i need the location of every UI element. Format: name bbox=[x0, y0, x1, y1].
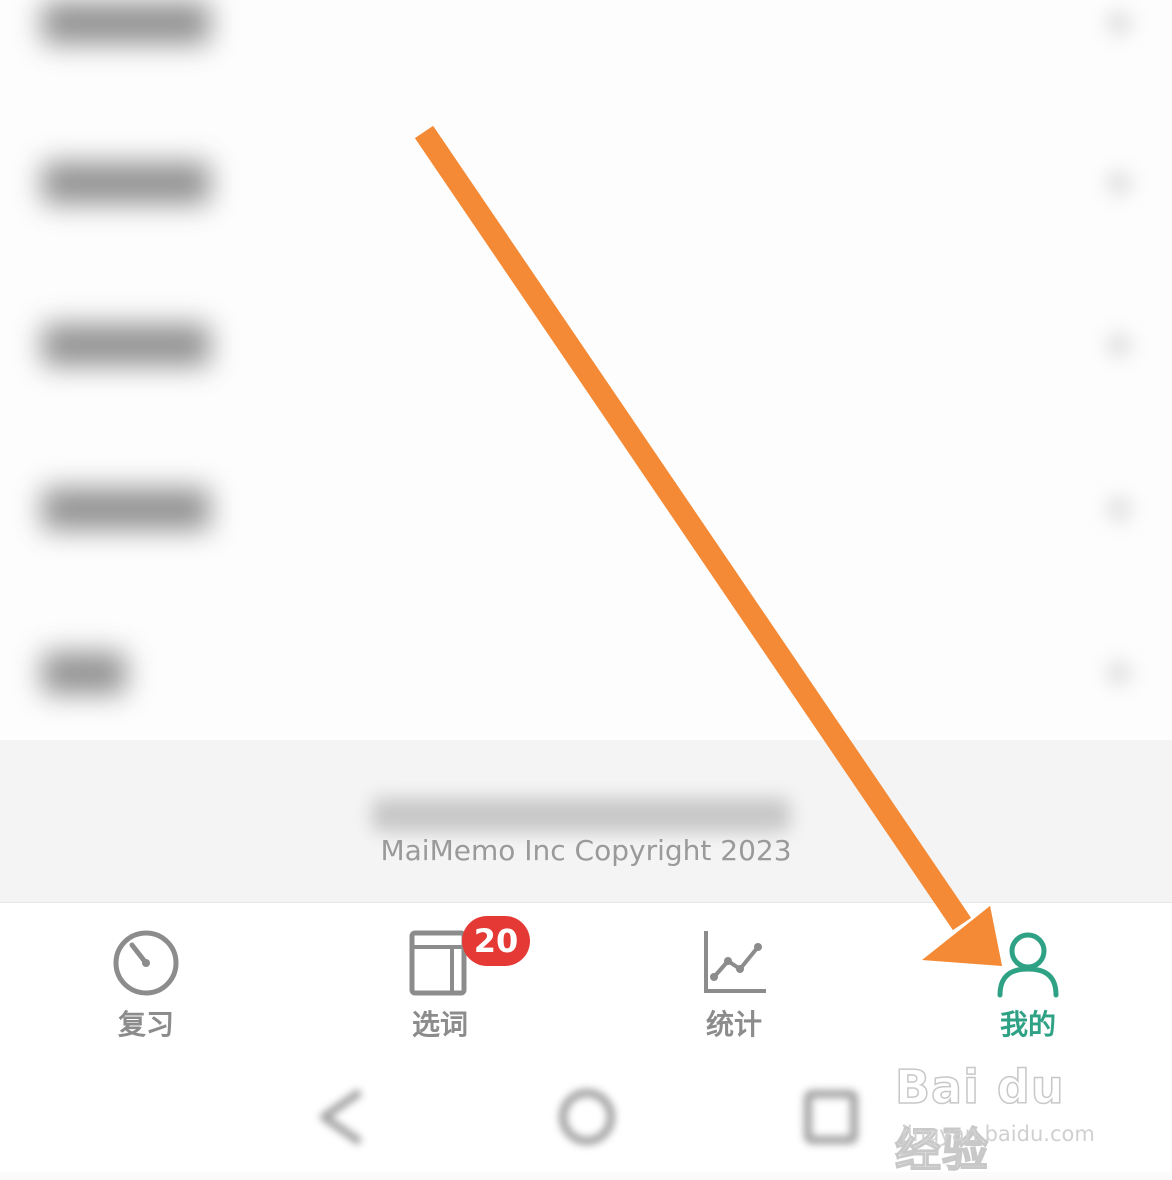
tab-label: 选词 bbox=[411, 1008, 468, 1041]
settings-row-label bbox=[42, 2, 210, 44]
chevron-right-icon bbox=[1104, 8, 1134, 38]
settings-row[interactable] bbox=[0, 632, 1172, 722]
baidu-watermark: Bai du 经验 jingyan.baidu.com bbox=[894, 1059, 1125, 1178]
tab-review[interactable]: 复习 bbox=[46, 903, 246, 1043]
tab-statistics[interactable]: 统计 bbox=[634, 903, 834, 1043]
chevron-right-icon bbox=[1104, 494, 1134, 524]
recents-icon[interactable] bbox=[796, 1082, 866, 1152]
watermark-url: jingyan.baidu.com bbox=[901, 1122, 1095, 1146]
settings-row[interactable] bbox=[0, 0, 1172, 72]
watermark-brand: Bai du 经验 bbox=[894, 1059, 1065, 1178]
settings-row[interactable] bbox=[0, 468, 1172, 558]
home-icon[interactable] bbox=[552, 1082, 622, 1152]
notification-badge: 20 bbox=[462, 916, 530, 966]
settings-row[interactable] bbox=[0, 142, 1172, 232]
settings-row-label bbox=[42, 488, 210, 530]
person-icon bbox=[997, 932, 1059, 998]
settings-row-label bbox=[42, 324, 210, 366]
tab-label: 我的 bbox=[999, 1008, 1056, 1041]
settings-row-label bbox=[42, 162, 210, 204]
chevron-right-icon bbox=[1104, 658, 1134, 688]
chevron-right-icon bbox=[1104, 330, 1134, 360]
back-icon[interactable] bbox=[310, 1082, 380, 1152]
tab-label: 复习 bbox=[117, 1008, 174, 1041]
tab-label: 统计 bbox=[705, 1008, 762, 1041]
tab-mine[interactable]: 我的 bbox=[928, 903, 1128, 1043]
gauge-icon bbox=[113, 930, 179, 996]
footer-blurred-text bbox=[372, 798, 790, 832]
copyright-text: MaiMemo Inc Copyright 2023 bbox=[380, 834, 792, 867]
settings-row[interactable] bbox=[0, 304, 1172, 394]
line-chart-icon bbox=[704, 931, 766, 993]
settings-list bbox=[0, 0, 1172, 740]
bottom-tab-bar: 复习 选词 统计 我的 bbox=[0, 902, 1172, 1063]
footer: MaiMemo Inc Copyright 2023 bbox=[0, 740, 1172, 902]
chevron-right-icon bbox=[1104, 168, 1134, 198]
settings-row-label bbox=[42, 652, 126, 694]
